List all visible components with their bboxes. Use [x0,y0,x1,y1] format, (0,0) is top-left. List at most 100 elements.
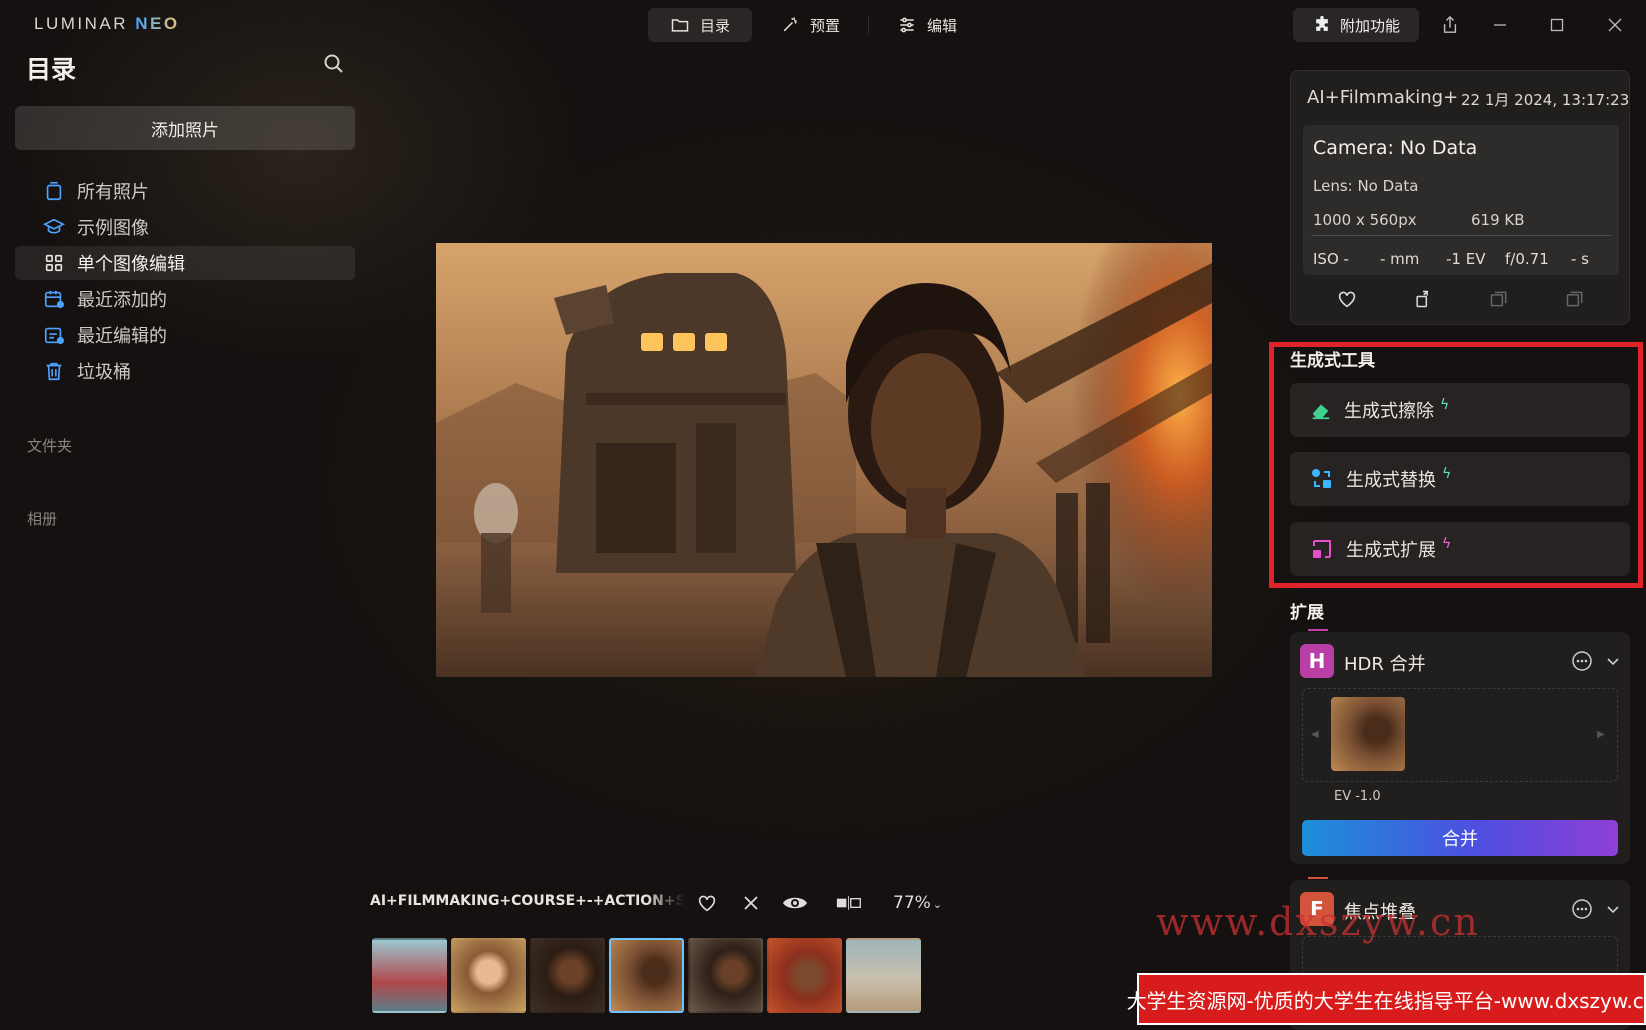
filmstrip-thumbnail[interactable] [372,938,447,1013]
file-name: AI+FILMMAKING+COURSE+-+ACTION+S [370,893,684,909]
chevron-down-icon[interactable] [1604,900,1622,918]
eye-icon [783,897,807,909]
sidebar-item-single-image-edits[interactable]: 单个图像编辑 [15,246,355,280]
dimensions-value: 1000 x 560px [1313,211,1417,229]
filmstrip-thumbnail[interactable] [688,938,763,1013]
folder-icon [671,19,689,32]
minimize-icon [1494,24,1506,26]
chevron-down-icon: ⌄ [932,898,943,911]
preview-toggle[interactable] [782,890,808,916]
sidebar-item-trash[interactable]: 垃圾桶 [15,354,355,388]
sidebar-section-albums[interactable]: 相册 [27,508,57,529]
focal-length-value: - mm [1380,250,1420,268]
copy-icon [1490,291,1507,307]
calendar-added-icon [44,290,64,309]
merge-button[interactable]: 合并 [1302,820,1618,856]
compare-button[interactable] [836,890,862,916]
sidebar-section-folders[interactable]: 文件夹 [27,435,72,456]
magic-wand-icon [783,17,797,32]
zoom-level[interactable]: 77% ⌄ [893,893,942,913]
heart-icon [1338,291,1356,308]
paste-button[interactable] [1560,284,1590,314]
shutter-value: - s [1571,250,1589,268]
image-info-card: AI+Filmmaking+C 22 1月 2024, 13:17:23 Cam… [1290,70,1630,325]
hdr-badge: H [1300,644,1334,678]
sidebar-item-recently-edited[interactable]: 最近编辑的 [15,318,355,352]
more-options-icon[interactable] [1571,898,1593,920]
exif-row: ISO - - mm -1 EV f/0.71 - s [1313,250,1589,268]
filmstrip-thumbnail[interactable] [767,938,842,1013]
paste-icon [1566,291,1583,307]
watermark-banner: 大学生资源网-优质的大学生在线指导平台-www.dxszyw.cn [1127,973,1646,1025]
iso-value: ISO - [1313,250,1349,268]
rotate-button[interactable] [1408,284,1438,314]
share-button[interactable] [1430,8,1470,42]
search-icon [324,54,343,73]
favorite-button[interactable] [1332,284,1362,314]
info-date: 22 1月 2024, 13:17:23 [1461,91,1630,109]
card-accent [1308,877,1328,879]
copy-button[interactable] [1484,284,1514,314]
extension-name: HDR 合并 [1344,654,1426,675]
sidebar-item-recently-added[interactable]: 最近添加的 [15,282,355,316]
compare-icon [836,896,861,910]
tab-catalog[interactable]: 目录 [648,8,753,42]
photos-stack-icon [46,181,62,201]
tab-edit[interactable]: 编辑 [875,8,979,42]
close-icon [1608,18,1622,32]
card-accent [1308,629,1328,631]
close-button[interactable] [1595,8,1635,42]
file-size-value: 619 KB [1471,211,1525,229]
maximize-icon [1550,18,1564,32]
graduation-cap-icon [43,218,65,234]
nav-divider [868,15,870,35]
annotation-highlight-box [1269,342,1643,588]
calendar-edited-icon [44,327,64,345]
share-icon [1443,15,1457,33]
reject-button[interactable] [738,890,764,916]
grid-icon [45,254,63,272]
addons-button[interactable]: 附加功能 [1293,8,1419,42]
sliders-icon [900,17,914,33]
hdr-thumbnail[interactable] [1331,697,1405,771]
sidebar-item-all-photos[interactable]: 所有照片 [15,174,355,208]
puzzle-icon [1316,15,1328,31]
app-logo: LUMINAR NEO [34,14,180,33]
tab-presets[interactable]: 预置 [758,8,862,42]
extensions-title: 扩展 [1290,603,1324,623]
favorite-button[interactable] [694,890,720,916]
close-icon [744,896,758,910]
chevron-down-icon[interactable] [1604,652,1622,670]
hdr-image-strip: ◀ ▶ [1302,688,1618,782]
minimize-button[interactable] [1480,8,1520,42]
photo-content [436,243,1212,677]
heart-icon [698,895,716,912]
lens-value: Lens: No Data [1313,177,1419,195]
rotate-icon [1416,290,1428,308]
trash-icon [46,362,62,381]
metadata-box: Camera: No Data Lens: No Data 1000 x 560… [1303,125,1619,275]
search-button[interactable] [322,52,350,80]
aperture-value: f/0.71 [1505,250,1549,268]
divider [1311,235,1611,236]
exposure-value: -1 EV [1446,250,1486,268]
main-photo[interactable] [436,243,1212,677]
info-actions [1291,283,1631,315]
filmstrip [372,938,921,1013]
top-navigation: 目录 预置 编辑 [648,8,979,42]
page-title: 目录 [26,55,77,84]
more-options-icon[interactable] [1571,650,1593,672]
maximize-button[interactable] [1537,8,1577,42]
sidebar-item-sample-images[interactable]: 示例图像 [15,210,355,244]
filmstrip-thumbnail[interactable] [609,938,684,1013]
watermark-url: www.dxszyw.cn [1156,900,1480,944]
hdr-merge-card: H HDR 合并 ◀ ▶ EV -1.0 合并 [1290,629,1630,864]
filmstrip-thumbnail[interactable] [846,938,921,1013]
filmstrip-thumbnail[interactable] [530,938,605,1013]
chevron-right-icon[interactable]: ▶ [1597,729,1605,740]
sidebar-list: 所有照片 示例图像 单个图像编辑 最近添加的 最近编辑的 垃圾桶 [15,174,355,390]
filmstrip-thumbnail[interactable] [451,938,526,1013]
add-photos-button[interactable]: 添加照片 [15,106,355,150]
info-file-name: AI+Filmmaking+C [1307,87,1459,108]
chevron-left-icon[interactable]: ◀ [1311,729,1319,740]
